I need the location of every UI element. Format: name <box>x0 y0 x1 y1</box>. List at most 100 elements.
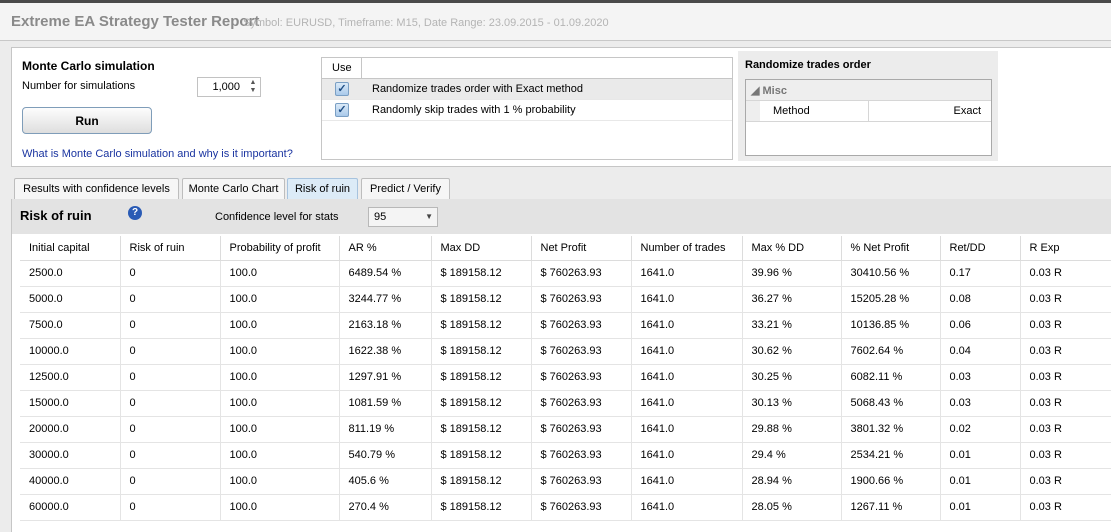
spinner-down-icon[interactable]: ▼ <box>248 87 258 95</box>
column-header[interactable]: Max % DD <box>742 236 842 261</box>
column-header[interactable]: Initial capital <box>20 236 121 261</box>
table-cell: 15205.28 % <box>841 286 941 313</box>
checkbox-skip[interactable]: ✓ <box>335 103 349 117</box>
tab-results[interactable]: Results with confidence levels <box>14 178 179 200</box>
table-row[interactable]: 2500.0 0 100.0 6489.54 % $ 189158.12 $ 760263… <box>20 260 1111 287</box>
table-cell: 0 <box>120 390 221 417</box>
table-row[interactable]: 10000.0 0 100.0 1622.38 % $ 189158.12 $ 76026… <box>20 338 1111 365</box>
table-cell: 7602.64 % <box>841 338 941 365</box>
tab-monte-carlo-chart[interactable]: Monte Carlo Chart <box>182 178 285 200</box>
table-cell: $ 189158.12 <box>431 468 532 495</box>
column-header[interactable]: % Net Profit <box>841 236 941 261</box>
table-cell: 0 <box>120 286 221 313</box>
column-header[interactable]: Probability of profit <box>220 236 340 261</box>
property-value[interactable]: Exact <box>953 105 981 117</box>
table-cell: 0 <box>120 494 221 521</box>
table-cell: $ 189158.12 <box>431 338 532 365</box>
table-cell: 30000.0 <box>20 442 121 469</box>
table-cell: 6489.54 % <box>339 260 432 287</box>
table-cell: 1641.0 <box>631 416 743 443</box>
table-cell: $ 760263.93 <box>531 468 632 495</box>
spinner-up-icon[interactable]: ▲ <box>248 79 258 87</box>
tab-risk-of-ruin[interactable]: Risk of ruin <box>287 178 358 200</box>
app-subtitle: Symbol: EURUSD, Timeframe: M15, Date Ran… <box>243 17 609 29</box>
table-cell: $ 760263.93 <box>531 312 632 339</box>
options-table-header: Use <box>322 58 732 79</box>
table-cell: 1641.0 <box>631 312 743 339</box>
column-header[interactable]: R Exp <box>1020 236 1111 261</box>
table-cell: 0.03 R <box>1020 260 1111 287</box>
table-cell: 100.0 <box>220 390 340 417</box>
option-row-skip[interactable]: ✓ Randomly skip trades with 1 % probabil… <box>322 100 732 121</box>
checkbox-randomize[interactable]: ✓ <box>335 82 349 96</box>
property-grid: ◢ Misc Method Exact <box>745 79 992 156</box>
table-row[interactable]: 40000.0 0 100.0 405.6 % $ 189158.12 $ 760263.… <box>20 468 1111 495</box>
table-cell: 405.6 % <box>339 468 432 495</box>
table-cell: 60000.0 <box>20 494 121 521</box>
table-cell: $ 760263.93 <box>531 286 632 313</box>
table-cell: 5000.0 <box>20 286 121 313</box>
table-cell: 6082.11 % <box>841 364 941 391</box>
table-cell: 0 <box>120 442 221 469</box>
table-cell: 0 <box>120 416 221 443</box>
table-cell: $ 760263.93 <box>531 416 632 443</box>
table-cell: 1081.59 % <box>339 390 432 417</box>
table-row[interactable]: 60000.0 0 100.0 270.4 % $ 189158.12 $ 760263.… <box>20 494 1111 521</box>
table-cell: 0.03 R <box>1020 338 1111 365</box>
column-header[interactable]: Ret/DD <box>940 236 1021 261</box>
table-cell: 30.25 % <box>742 364 842 391</box>
options-table: Use ✓ Randomize trades order with Exact … <box>321 57 733 160</box>
table-cell: 3801.32 % <box>841 416 941 443</box>
simulations-spinner[interactable]: 1,000 ▲ ▼ <box>197 77 261 97</box>
column-header[interactable]: Net Profit <box>531 236 632 261</box>
table-row[interactable]: 5000.0 0 100.0 3244.77 % $ 189158.12 $ 760263… <box>20 286 1111 313</box>
table-cell: 40000.0 <box>20 468 121 495</box>
table-cell: 100.0 <box>220 312 340 339</box>
spinner-arrows[interactable]: ▲ ▼ <box>248 79 258 95</box>
monte-carlo-help-link[interactable]: What is Monte Carlo simulation and why i… <box>22 148 293 160</box>
table-cell: 10136.85 % <box>841 312 941 339</box>
table-cell: 30.13 % <box>742 390 842 417</box>
table-cell: 15000.0 <box>20 390 121 417</box>
table-header-row: Initial capital Risk of ruin Probability o… <box>20 236 1111 261</box>
table-cell: 0.06 <box>940 312 1021 339</box>
run-button[interactable]: Run <box>22 107 152 134</box>
table-cell: 29.88 % <box>742 416 842 443</box>
table-cell: 30410.56 % <box>841 260 941 287</box>
table-cell: 0 <box>120 468 221 495</box>
table-row[interactable]: 12500.0 0 100.0 1297.91 % $ 189158.12 $ 76026… <box>20 364 1111 391</box>
table-cell: $ 189158.12 <box>431 442 532 469</box>
table-cell: $ 189158.12 <box>431 312 532 339</box>
table-cell: 39.96 % <box>742 260 842 287</box>
table-cell: 0.01 <box>940 494 1021 521</box>
table-cell: 0.03 R <box>1020 442 1111 469</box>
table-row[interactable]: 30000.0 0 100.0 540.79 % $ 189158.12 $ 760263… <box>20 442 1111 469</box>
table-cell: 0.17 <box>940 260 1021 287</box>
tab-predict-verify[interactable]: Predict / Verify <box>361 178 450 200</box>
table-cell: 0.03 R <box>1020 416 1111 443</box>
table-cell: 0.02 <box>940 416 1021 443</box>
column-header[interactable]: Number of trades <box>631 236 743 261</box>
option-row-randomize[interactable]: ✓ Randomize trades order with Exact meth… <box>322 79 732 100</box>
table-cell: 0.01 <box>940 468 1021 495</box>
table-row[interactable]: 20000.0 0 100.0 811.19 % $ 189158.12 $ 760263… <box>20 416 1111 443</box>
help-icon[interactable]: ? <box>128 206 142 220</box>
table-cell: 100.0 <box>220 416 340 443</box>
table-cell: 7500.0 <box>20 312 121 339</box>
table-cell: 2500.0 <box>20 260 121 287</box>
table-cell: 12500.0 <box>20 364 121 391</box>
column-header[interactable]: AR % <box>339 236 432 261</box>
table-cell: 30.62 % <box>742 338 842 365</box>
table-cell: 3244.77 % <box>339 286 432 313</box>
column-header[interactable]: Risk of ruin <box>120 236 221 261</box>
column-header[interactable]: Max DD <box>431 236 532 261</box>
randomize-panel: Randomize trades order ◢ Misc Method Exa… <box>738 51 998 161</box>
table-row[interactable]: 15000.0 0 100.0 1081.59 % $ 189158.12 $ 76026… <box>20 390 1111 417</box>
table-cell: $ 760263.93 <box>531 390 632 417</box>
confidence-select[interactable]: 95 ▼ <box>368 207 438 227</box>
table-row[interactable]: 7500.0 0 100.0 2163.18 % $ 189158.12 $ 760263… <box>20 312 1111 339</box>
risk-of-ruin-header: Risk of ruin ? Confidence level for stat… <box>12 199 1111 234</box>
table-cell: 29.4 % <box>742 442 842 469</box>
property-row-method[interactable]: Method Exact <box>746 101 991 122</box>
property-group-misc[interactable]: ◢ Misc <box>746 80 991 101</box>
